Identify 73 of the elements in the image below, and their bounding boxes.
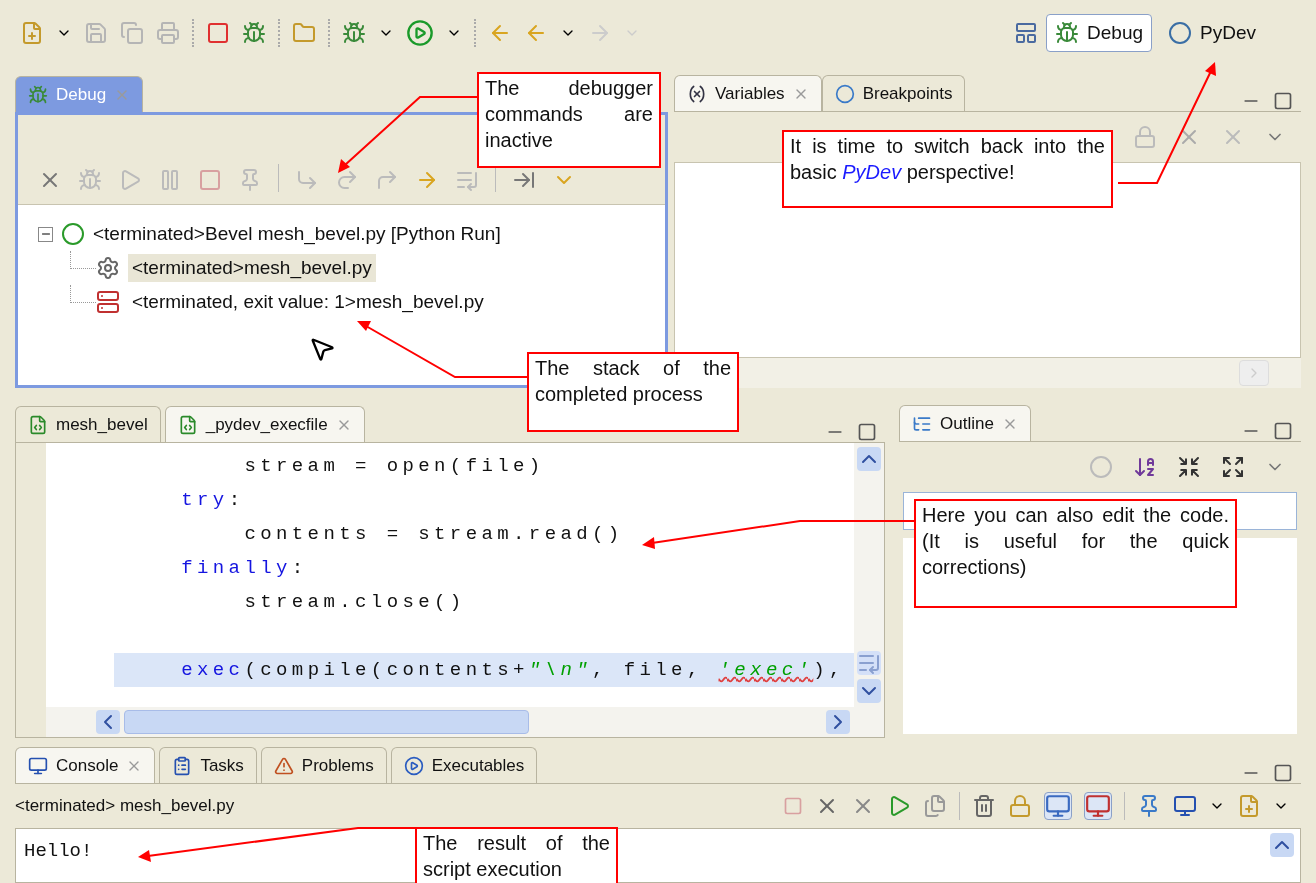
view-tab[interactable]: Variables bbox=[674, 75, 822, 111]
bug-icon[interactable] bbox=[342, 21, 366, 45]
vertical-scrollbar[interactable] bbox=[854, 443, 884, 707]
bug-icon bbox=[1055, 21, 1080, 45]
scroll-up-icon[interactable] bbox=[857, 447, 881, 471]
view-tab[interactable]: Tasks bbox=[159, 747, 257, 783]
view-tab[interactable]: _pydev_execfile bbox=[164, 406, 365, 442]
code-line: try: bbox=[180, 488, 245, 513]
clear-icon[interactable] bbox=[972, 794, 996, 818]
tree-item[interactable]: <terminated>Bevel mesh_bevel.py [Python Run] bbox=[93, 219, 501, 249]
console-output: Hello! bbox=[23, 839, 93, 864]
scroll-thumb-icon[interactable] bbox=[857, 651, 881, 675]
collapse-all-icon[interactable] bbox=[1177, 455, 1201, 479]
terminate-icon[interactable] bbox=[783, 796, 803, 816]
scroll-down-icon[interactable] bbox=[857, 679, 881, 703]
view-tab[interactable]: Console bbox=[15, 747, 156, 783]
callout-tooltip: The stack of the completed process bbox=[527, 352, 739, 432]
collapse-toggle[interactable] bbox=[38, 226, 53, 242]
folder-icon[interactable] bbox=[292, 21, 316, 45]
process-label: <terminated> mesh_bevel.py bbox=[15, 795, 235, 818]
horizontal-scrollbar[interactable] bbox=[46, 707, 884, 737]
step-over-icon[interactable] bbox=[335, 168, 359, 192]
save-all-icon[interactable] bbox=[120, 21, 144, 45]
show-error-icon[interactable] bbox=[1084, 792, 1112, 820]
code-line: stream.close() bbox=[243, 590, 466, 615]
view-tab[interactable]: Problems bbox=[260, 747, 387, 783]
callout-tooltip: The result of the script execution bbox=[415, 827, 618, 883]
perspective-button[interactable]: PyDev bbox=[1160, 14, 1264, 52]
maximize-icon[interactable] bbox=[1273, 91, 1293, 111]
open-perspective-icon[interactable] bbox=[1014, 21, 1039, 45]
breakpoint-icon bbox=[834, 83, 855, 104]
callout-tooltip: It is time to switch back into the basic PyDev perspective! bbox=[782, 130, 1113, 208]
view-tab[interactable]: Executables bbox=[390, 747, 538, 783]
code-line: stream = open(file) bbox=[243, 454, 545, 479]
code-line: contents = stream.read() bbox=[243, 522, 624, 547]
monitor-icon bbox=[28, 755, 48, 776]
code-line: finally: bbox=[180, 556, 308, 581]
tree-item[interactable]: <terminated, exit value: 1>mesh_bevel.py bbox=[128, 287, 488, 317]
bug-icon[interactable] bbox=[242, 21, 266, 45]
scroll-right-icon[interactable] bbox=[826, 710, 850, 734]
server-icon bbox=[96, 290, 120, 314]
maximize-icon[interactable] bbox=[1273, 763, 1293, 783]
bug-icon bbox=[28, 84, 48, 105]
variables-icon bbox=[687, 83, 707, 104]
callout-tooltip: Here you can also edit the code. (It is useful for the quick corrections) bbox=[914, 499, 1237, 608]
run-icon[interactable] bbox=[406, 19, 434, 47]
terminate-icon[interactable] bbox=[198, 168, 222, 192]
view-tab[interactable]: mesh_bevel bbox=[15, 406, 161, 442]
lock-icon[interactable] bbox=[1008, 794, 1032, 818]
sort-icon[interactable] bbox=[1133, 455, 1157, 479]
code-file-icon bbox=[28, 414, 48, 435]
maximize-icon[interactable] bbox=[1273, 421, 1293, 441]
stop-icon[interactable] bbox=[206, 21, 230, 45]
view-tab[interactable]: Outline bbox=[899, 405, 1031, 441]
warning-icon bbox=[273, 755, 294, 776]
show-output-icon[interactable] bbox=[1044, 792, 1072, 820]
maximize-icon[interactable] bbox=[857, 422, 877, 442]
perspective-button[interactable]: Debug bbox=[1046, 14, 1153, 52]
copy-icon[interactable] bbox=[923, 794, 947, 818]
print-icon[interactable] bbox=[156, 21, 180, 45]
save-icon[interactable] bbox=[84, 21, 108, 45]
console-icon[interactable] bbox=[1173, 794, 1197, 818]
gears-icon bbox=[96, 256, 120, 280]
callout-tooltip: The debugger commands are inactive bbox=[477, 72, 661, 168]
view-tab[interactable]: Breakpoints bbox=[821, 75, 966, 111]
expand-all-icon[interactable] bbox=[1221, 455, 1245, 479]
tree-item[interactable]: <terminated>mesh_bevel.py bbox=[128, 253, 376, 283]
clipboard-icon bbox=[172, 755, 193, 776]
new-console-icon[interactable] bbox=[1237, 794, 1261, 818]
new-file-icon[interactable] bbox=[20, 21, 44, 45]
play-icon bbox=[403, 755, 424, 776]
scroll-left-icon[interactable] bbox=[96, 710, 120, 734]
scroll-up-icon[interactable] bbox=[1270, 833, 1294, 857]
